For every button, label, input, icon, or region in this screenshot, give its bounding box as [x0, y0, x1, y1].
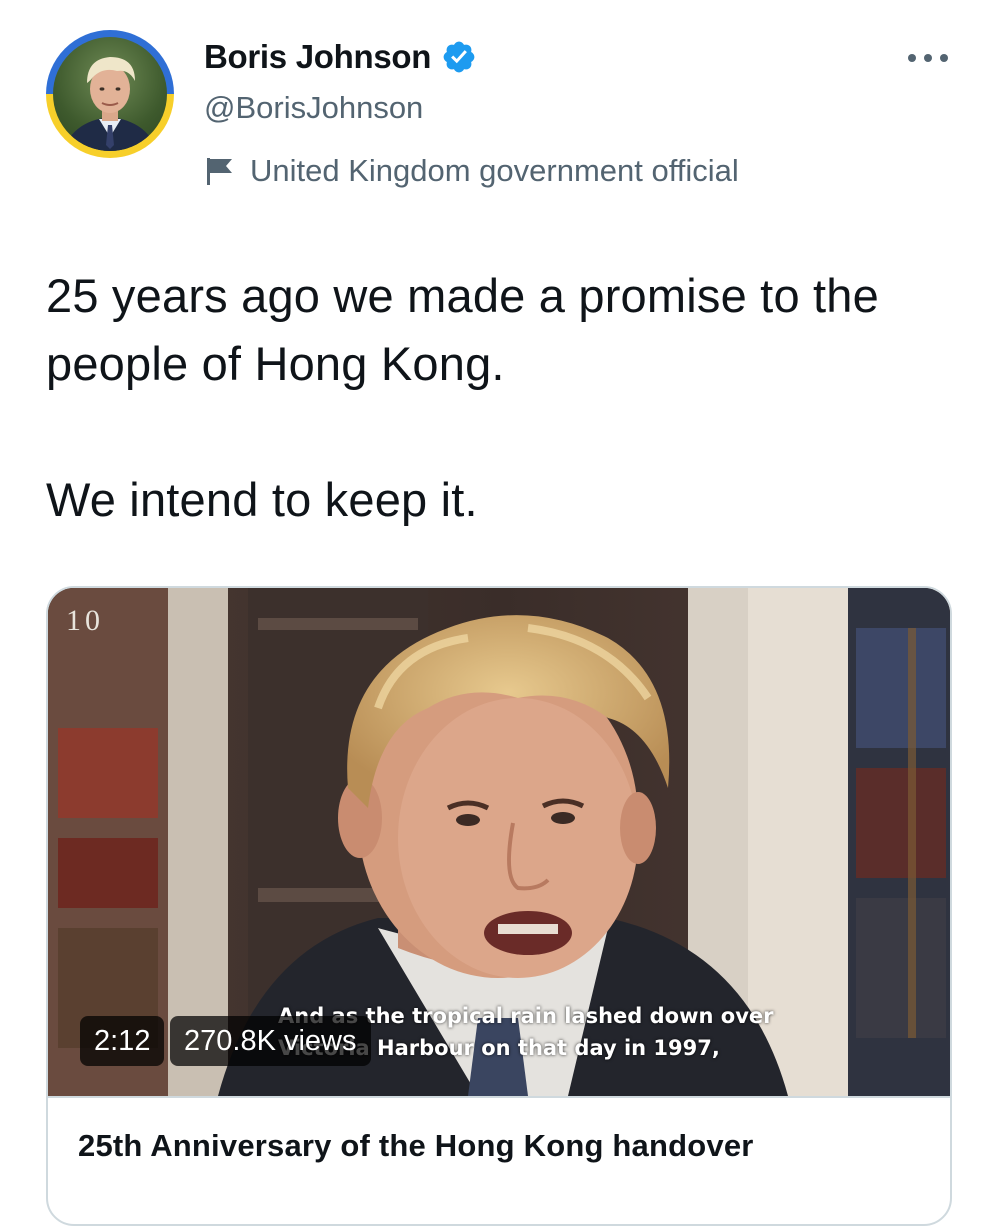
display-name[interactable]: Boris Johnson: [204, 38, 431, 76]
profile-photo-art: [63, 57, 157, 151]
tweet-text: 25 years ago we made a promise to the pe…: [46, 262, 966, 534]
tweet-paragraph: 25 years ago we made a promise to the pe…: [46, 269, 879, 390]
verified-badge-icon: [443, 41, 475, 73]
video-player[interactable]: 10 And as the tropical rain lashed down …: [48, 588, 950, 1096]
government-label-text: United Kingdom government official: [250, 153, 739, 188]
video-title[interactable]: 25th Anniversary of the Hong Kong handov…: [78, 1128, 754, 1164]
flag-icon: [207, 158, 232, 185]
profile-photo: [53, 37, 167, 151]
video-card[interactable]: 10 And as the tropical rain lashed down …: [46, 586, 952, 1226]
tweet-paragraph: We intend to keep it.: [46, 473, 478, 526]
author-name-row: Boris Johnson: [204, 38, 477, 76]
more-options-icon[interactable]: [904, 48, 952, 68]
avatar[interactable]: [46, 30, 174, 158]
video-view-count: 270.8K views: [170, 1016, 371, 1066]
channel-watermark: 10: [66, 604, 104, 637]
card-divider: [48, 1096, 950, 1098]
video-duration: 2:12: [80, 1016, 165, 1066]
government-label[interactable]: United Kingdom government official: [204, 153, 739, 189]
handle[interactable]: @BorisJohnson: [204, 90, 423, 126]
